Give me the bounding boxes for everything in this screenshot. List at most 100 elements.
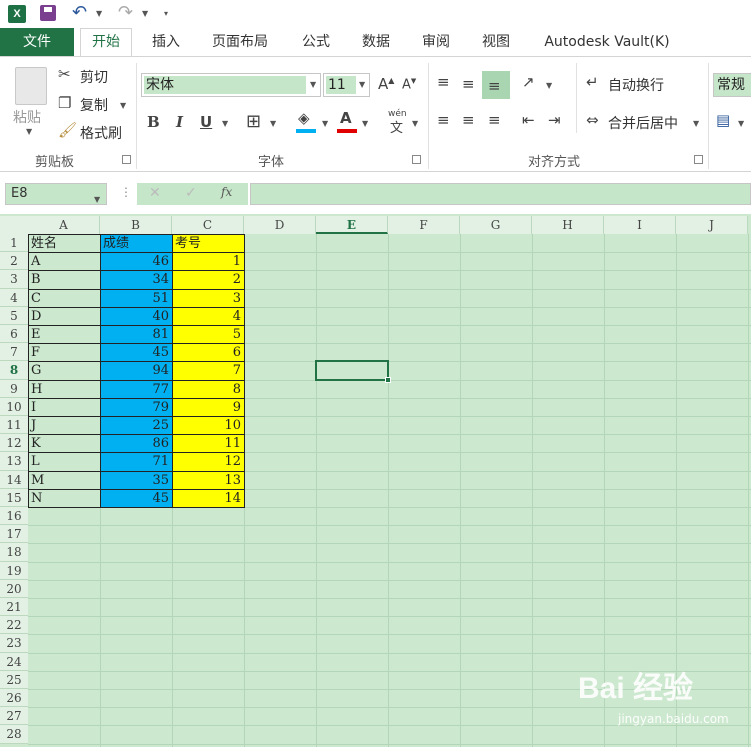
undo-dropdown-icon[interactable]: ▼ <box>96 9 102 18</box>
table-cell[interactable]: 8 <box>172 379 245 399</box>
font-color-dropdown-icon[interactable]: ▼ <box>362 119 368 128</box>
copy-dropdown-icon[interactable]: ▼ <box>120 101 126 110</box>
table-cell[interactable]: 3 <box>172 288 245 308</box>
table-cell[interactable]: 6 <box>172 343 245 363</box>
align-right-icon[interactable]: ≡ <box>488 111 501 129</box>
tab-home[interactable]: 开始 <box>80 28 132 57</box>
column-header-a[interactable]: A <box>28 216 100 234</box>
redo-icon[interactable]: ↷ <box>118 2 133 23</box>
table-cell[interactable]: 考号 <box>172 234 245 254</box>
column-header-b[interactable]: B <box>100 216 172 234</box>
row-header[interactable]: 1 <box>0 234 28 253</box>
row-header[interactable]: 3 <box>0 270 28 289</box>
tab-review[interactable]: 审阅 <box>410 28 462 56</box>
number-format-select[interactable]: 常规 <box>713 73 751 97</box>
table-cell[interactable]: 71 <box>100 452 173 472</box>
column-header-j[interactable]: J <box>676 216 748 234</box>
increase-font-icon[interactable]: A▲ <box>378 75 394 93</box>
row-header[interactable]: 10 <box>0 397 28 416</box>
undo-icon[interactable]: ↶ <box>72 2 87 23</box>
customize-qat-icon[interactable]: ▾ <box>164 9 168 18</box>
font-color-icon[interactable]: A <box>340 109 352 127</box>
table-cell[interactable]: 成绩 <box>100 234 173 254</box>
active-cell-selection[interactable] <box>315 360 389 381</box>
table-cell[interactable]: L <box>28 452 101 472</box>
redo-dropdown-icon[interactable]: ▼ <box>142 9 148 18</box>
increase-indent-icon[interactable]: ⇥ <box>548 111 561 129</box>
column-header-f[interactable]: F <box>388 216 460 234</box>
paste-dropdown-icon[interactable]: ▼ <box>26 127 32 136</box>
row-header[interactable]: 6 <box>0 325 28 344</box>
tab-formulas[interactable]: 公式 <box>290 28 342 56</box>
column-header-h[interactable]: H <box>532 216 604 234</box>
table-cell[interactable]: 46 <box>100 252 173 272</box>
row-header[interactable]: 11 <box>0 416 28 435</box>
fill-color-icon[interactable]: ◈ <box>298 109 310 127</box>
paste-icon[interactable] <box>15 67 47 105</box>
table-cell[interactable]: 13 <box>172 470 245 490</box>
table-cell[interactable]: 5 <box>172 325 245 345</box>
wrap-text-button[interactable]: 自动换行 <box>608 75 664 95</box>
font-size-select[interactable]: 11 ▼ <box>323 73 370 97</box>
fill-color-dropdown-icon[interactable]: ▼ <box>322 119 328 128</box>
table-cell[interactable]: 40 <box>100 306 173 326</box>
row-header[interactable]: 7 <box>0 343 28 362</box>
tab-autodesk-vault[interactable]: Autodesk Vault(K) <box>534 28 680 56</box>
column-header-e[interactable]: E <box>316 216 388 234</box>
name-box[interactable]: E8 ▼ <box>5 183 107 205</box>
row-header[interactable]: 5 <box>0 306 28 325</box>
save-icon[interactable] <box>40 5 56 21</box>
row-header[interactable]: 22 <box>0 616 28 635</box>
font-name-select[interactable]: 宋体 ▼ <box>141 73 321 97</box>
table-cell[interactable]: G <box>28 361 101 381</box>
row-header[interactable]: 2 <box>0 252 28 271</box>
format-painter-icon[interactable]: 🖌 <box>58 121 77 139</box>
table-cell[interactable]: J <box>28 416 101 436</box>
align-center-icon[interactable]: ≡ <box>462 111 475 129</box>
borders-icon[interactable]: ⊞ <box>246 111 261 132</box>
cut-icon[interactable]: ✂ <box>58 65 71 83</box>
row-header[interactable]: 18 <box>0 543 28 562</box>
column-header-c[interactable]: C <box>172 216 244 234</box>
tab-file[interactable]: 文件 <box>0 28 74 56</box>
wrap-text-icon[interactable]: ↵ <box>586 73 599 91</box>
phonetic-dropdown-icon[interactable]: ▼ <box>412 119 418 128</box>
row-header[interactable]: 27 <box>0 707 28 726</box>
table-cell[interactable]: N <box>28 488 101 508</box>
table-cell[interactable]: 81 <box>100 325 173 345</box>
row-header[interactable]: 28 <box>0 725 28 744</box>
table-cell[interactable]: 77 <box>100 379 173 399</box>
table-cell[interactable]: 4 <box>172 306 245 326</box>
table-cell[interactable]: I <box>28 397 101 417</box>
table-cell[interactable]: 34 <box>100 270 173 290</box>
table-cell[interactable]: M <box>28 470 101 490</box>
row-header[interactable]: 15 <box>0 488 28 507</box>
row-header[interactable]: 13 <box>0 452 28 471</box>
tab-data[interactable]: 数据 <box>350 28 402 56</box>
table-cell[interactable]: H <box>28 379 101 399</box>
merge-center-button[interactable]: 合并后居中 <box>608 113 678 133</box>
borders-dropdown-icon[interactable]: ▼ <box>270 119 276 128</box>
table-cell[interactable]: 45 <box>100 343 173 363</box>
table-cell[interactable]: 12 <box>172 452 245 472</box>
table-cell[interactable]: 1 <box>172 252 245 272</box>
table-cell[interactable]: F <box>28 343 101 363</box>
row-header[interactable]: 14 <box>0 470 28 489</box>
row-header[interactable]: 25 <box>0 670 28 689</box>
insert-function-icon[interactable]: fx <box>221 185 232 199</box>
row-header[interactable]: 4 <box>0 288 28 307</box>
table-cell[interactable]: 45 <box>100 488 173 508</box>
fill-handle[interactable] <box>385 376 391 383</box>
table-cell[interactable]: 10 <box>172 416 245 436</box>
tab-insert[interactable]: 插入 <box>140 28 192 56</box>
format-painter-button[interactable]: 格式刷 <box>80 123 122 143</box>
table-cell[interactable]: A <box>28 252 101 272</box>
italic-button[interactable]: I <box>176 113 183 131</box>
column-header-i[interactable]: I <box>604 216 676 234</box>
row-header[interactable]: 8 <box>0 361 28 380</box>
column-header-g[interactable]: G <box>460 216 532 234</box>
merge-dropdown-icon[interactable]: ▼ <box>693 119 699 128</box>
table-cell[interactable]: K <box>28 434 101 454</box>
font-launcher-icon[interactable] <box>412 155 421 164</box>
currency-format-icon[interactable]: ▤ <box>716 111 730 129</box>
